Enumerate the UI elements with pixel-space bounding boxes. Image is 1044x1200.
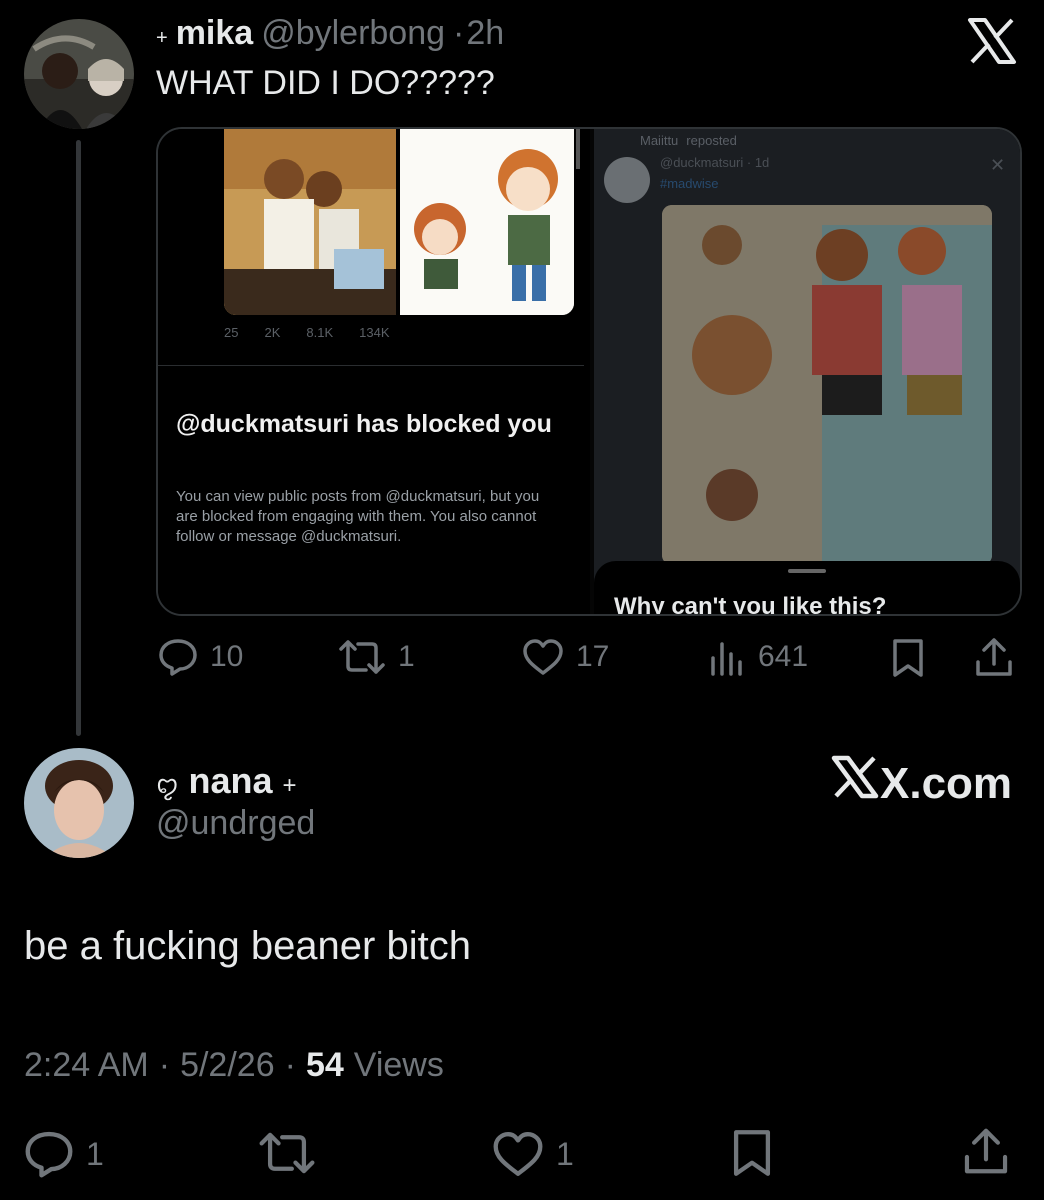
avatar[interactable] [24, 19, 134, 129]
separator: · [453, 14, 465, 52]
plus-badge: + [282, 772, 297, 799]
divider [158, 365, 584, 366]
bookmark-icon [893, 639, 923, 677]
tweet-time: 2:24 AM [24, 1046, 149, 1084]
sheet-handle [788, 569, 826, 573]
bottom-sheet: Why can't you like this? [594, 561, 1020, 616]
x-logo-icon [831, 755, 879, 799]
reply-button[interactable]: 10 [158, 638, 243, 676]
repost-button[interactable] [258, 1130, 316, 1176]
screenshot-left: 25 2K 8.1K 134K @duckmatsuri has blocked… [158, 129, 590, 614]
media-attachment[interactable]: 25 2K 8.1K 134K @duckmatsuri has blocked… [156, 127, 1022, 616]
bookmark-icon [733, 1130, 771, 1176]
artwork-thumbnail-1 [224, 129, 396, 315]
inner-close-icon: ✕ [990, 155, 1006, 175]
scrollbar [576, 129, 580, 169]
share-icon [964, 1128, 1008, 1174]
bookmark-button[interactable] [890, 638, 926, 683]
author-handle[interactable]: @undrged [156, 804, 315, 843]
blocked-message: You can view public posts from @duckmats… [176, 488, 540, 545]
reply-icon [159, 639, 197, 676]
x-logo-icon[interactable] [968, 18, 1016, 64]
views-label: Views [353, 1046, 444, 1084]
like-count: 17 [576, 640, 610, 673]
hashtag-link: #madwise [660, 176, 719, 191]
share-button[interactable] [962, 1126, 1010, 1181]
tweet-text: be a fucking beaner bitch [24, 924, 471, 968]
screenshot-right: Maiittu reposted @duckmatsuri · 1d #madw… [594, 129, 1020, 614]
bookmark-button[interactable] [730, 1128, 774, 1183]
views-button[interactable]: 641 [708, 638, 808, 676]
analytics-icon [711, 642, 742, 676]
embedded-stats-row: 25 2K 8.1K 134K [224, 325, 574, 340]
inner-avatar [604, 157, 650, 203]
reply-button[interactable]: 1 [24, 1130, 104, 1178]
embedded-repost-count: 2K [264, 325, 281, 340]
artwork-main [662, 205, 992, 565]
separator: · [158, 1046, 171, 1084]
embedded-like-count: 8.1K [306, 325, 334, 340]
like-button[interactable]: 1 [492, 1130, 574, 1178]
reposter-name: Maiittu [640, 133, 679, 148]
repost-count: 1 [398, 640, 415, 673]
tweet-date: 5/2/26 [180, 1046, 275, 1084]
repost-label: reposted [686, 133, 737, 148]
tweet-text: WHAT DID I DO????? [156, 64, 495, 102]
inner-handle: @duckmatsuri · 1d [660, 155, 770, 170]
like-button[interactable]: 17 [522, 638, 609, 676]
timestamp[interactable]: 2h [466, 14, 504, 53]
like-count: 1 [556, 1135, 574, 1172]
separator: · [284, 1046, 296, 1084]
reply-count: 10 [210, 640, 244, 673]
share-icon [976, 638, 1012, 676]
embedded-reply-count: 25 [224, 325, 239, 340]
name-decoration: ꨄ [156, 772, 179, 799]
embedded-view-count: 134K [359, 325, 390, 340]
repost-icon [259, 1132, 315, 1174]
watermark: X.com [831, 755, 1012, 809]
author-name[interactable]: mika [176, 14, 254, 53]
reply-count: 1 [86, 1135, 104, 1172]
avatar[interactable] [24, 748, 134, 858]
repost-button[interactable]: 1 [338, 638, 415, 676]
reply-icon [25, 1131, 73, 1178]
plus-badge: + [156, 27, 168, 49]
views-count: 54 [305, 1046, 344, 1084]
avatar-photo-icon [24, 19, 134, 129]
tweet-meta: 2:24 AM · 5/2/26 · 54 Views [24, 1046, 444, 1085]
view-count: 641 [758, 640, 809, 673]
share-button[interactable] [974, 636, 1014, 683]
sheet-title: Why can't you like this? [614, 593, 887, 616]
avatar-photo-icon [24, 748, 134, 858]
heart-icon [493, 1132, 543, 1176]
author-handle[interactable]: @bylerbong [261, 14, 445, 53]
artwork-thumbnail-2 [400, 129, 574, 315]
author-name[interactable]: nana [189, 760, 273, 802]
repost-icon [339, 640, 385, 674]
blocked-title: @duckmatsuri has blocked you [176, 410, 552, 438]
thread-line [76, 140, 81, 736]
heart-icon [523, 639, 563, 675]
